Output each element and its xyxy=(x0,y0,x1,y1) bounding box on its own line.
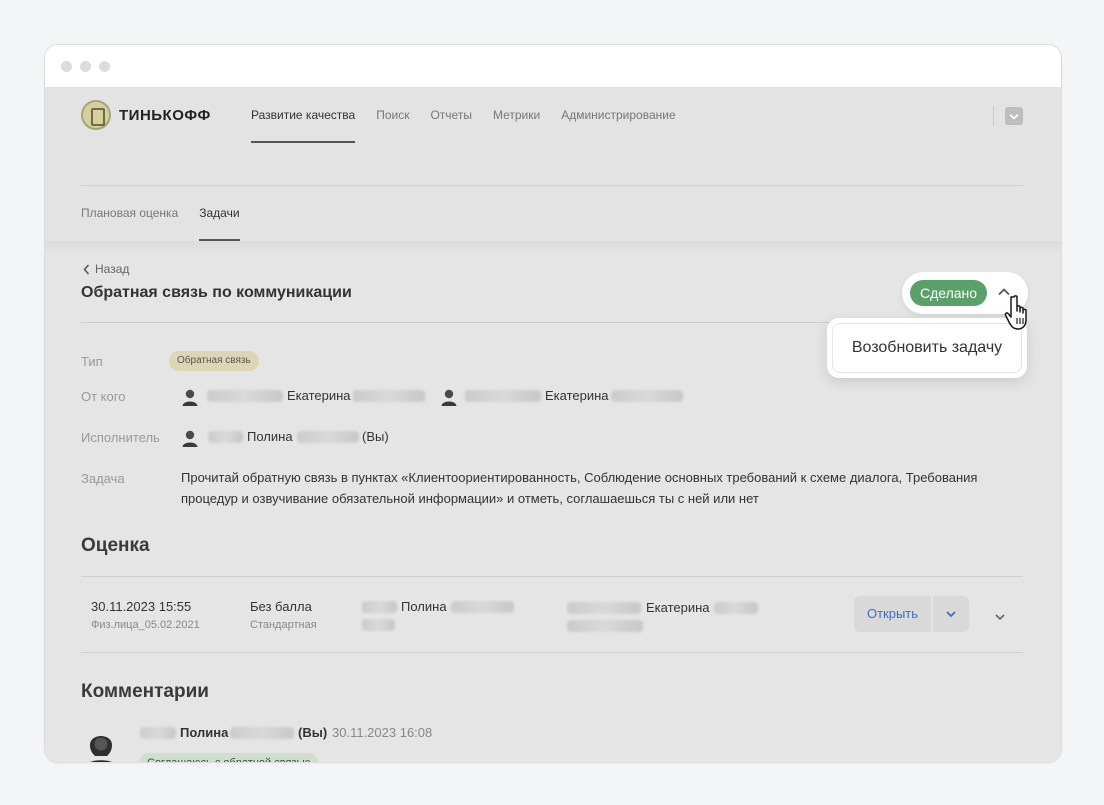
user-menu-button[interactable] xyxy=(1005,107,1023,125)
window-dot xyxy=(80,61,91,72)
avatar xyxy=(90,736,112,762)
sub-navigation: Плановая оценка Задачи xyxy=(81,185,261,241)
logo-emblem-icon xyxy=(81,100,111,130)
avatar xyxy=(182,389,198,406)
blurred-text xyxy=(208,431,243,443)
tab-planned-evaluation[interactable]: Плановая оценка xyxy=(81,185,178,241)
divider xyxy=(81,652,1023,653)
window-title-bar xyxy=(45,45,1061,88)
nav-item-quality[interactable]: Развитие качества xyxy=(251,88,356,143)
task-description: Прочитай обратную связь в пунктах «Клиен… xyxy=(181,470,978,506)
window-dot xyxy=(61,61,72,72)
window-dot xyxy=(99,61,110,72)
status-menu: Возобновить задачу xyxy=(827,318,1027,378)
blurred-text xyxy=(567,602,641,614)
blurred-text xyxy=(714,602,758,614)
assignee-name: Полина xyxy=(247,429,293,444)
reopen-task-menu-item[interactable]: Возобновить задачу xyxy=(832,323,1022,373)
header-shadow xyxy=(45,241,1061,255)
comment-status-badge: Соглашаюсь с обратной связью xyxy=(139,753,319,762)
from-person-name: Екатерина xyxy=(545,388,609,403)
nav-divider xyxy=(993,106,994,126)
tab-tasks[interactable]: Задачи xyxy=(199,185,240,241)
browser-window: ТИНЬКОФФ Развитие качества Поиск Отчеты … xyxy=(44,44,1062,763)
avatar xyxy=(182,430,198,447)
blurred-text xyxy=(353,390,425,402)
blurred-text xyxy=(451,601,514,613)
type-label: Тип xyxy=(81,354,103,369)
back-link-label: Назад xyxy=(95,262,130,276)
blurred-text xyxy=(230,727,294,739)
comment-author-suffix: (Вы) xyxy=(298,725,328,740)
logo[interactable]: ТИНЬКОФФ xyxy=(81,100,211,130)
chevron-down-icon xyxy=(1009,113,1019,120)
back-link[interactable]: Назад xyxy=(83,262,129,276)
expand-row-button[interactable] xyxy=(982,599,1018,629)
avatar xyxy=(441,389,457,406)
blurred-text xyxy=(362,601,397,613)
nav-item-metrics[interactable]: Метрики xyxy=(493,88,540,143)
evaluation-person-name: Екатерина xyxy=(646,600,710,615)
evaluation-score: Без балла xyxy=(250,599,312,614)
divider xyxy=(81,576,1023,577)
blurred-text xyxy=(207,390,283,402)
assignee-you-suffix: (Вы) xyxy=(362,429,389,444)
open-options-button[interactable] xyxy=(933,596,969,632)
open-evaluation-button[interactable]: Открыть xyxy=(854,596,931,632)
blurred-text xyxy=(140,727,176,739)
comment-author: Полина xyxy=(180,725,229,740)
chevron-down-icon xyxy=(995,614,1005,621)
from-label: От кого xyxy=(81,389,126,404)
nav-item-administration[interactable]: Администрирование xyxy=(561,88,675,143)
hand-cursor-icon xyxy=(1004,295,1027,330)
evaluation-person-name: Полина xyxy=(401,599,447,614)
blurred-text xyxy=(611,390,683,402)
assignee-label: Исполнитель xyxy=(81,430,160,445)
comments-section-title: Комментарии xyxy=(81,681,209,702)
evaluation-datetime: 30.11.2023 15:55 xyxy=(91,599,192,614)
logo-text: ТИНЬКОФФ xyxy=(119,106,211,124)
task-label: Задача xyxy=(81,471,125,486)
chevron-down-icon xyxy=(946,611,956,618)
nav-item-search[interactable]: Поиск xyxy=(376,88,409,143)
comment-timestamp: 30.11.2023 16:08 xyxy=(332,725,433,740)
blurred-text xyxy=(567,620,643,632)
status-badge[interactable]: Сделано xyxy=(910,280,988,306)
page-title: Обратная связь по коммуникации xyxy=(81,284,352,301)
type-tag: Обратная связь xyxy=(169,351,259,371)
nav-item-reports[interactable]: Отчеты xyxy=(430,88,471,143)
blurred-text xyxy=(362,619,395,631)
from-person-name: Екатерина xyxy=(287,388,351,403)
evaluation-section-title: Оценка xyxy=(81,535,150,556)
blurred-text xyxy=(297,431,359,443)
evaluation-score-type: Стандартная xyxy=(250,619,317,631)
chevron-left-icon xyxy=(83,264,90,274)
page: ТИНЬКОФФ Развитие качества Поиск Отчеты … xyxy=(45,88,1061,762)
blurred-text xyxy=(465,390,541,402)
main-nav: Развитие качества Поиск Отчеты Метрики А… xyxy=(251,88,697,143)
top-navigation: ТИНЬКОФФ Развитие качества Поиск Отчеты … xyxy=(45,88,1061,241)
evaluation-subtitle: Физ.лица_05.02.2021 xyxy=(91,619,200,631)
